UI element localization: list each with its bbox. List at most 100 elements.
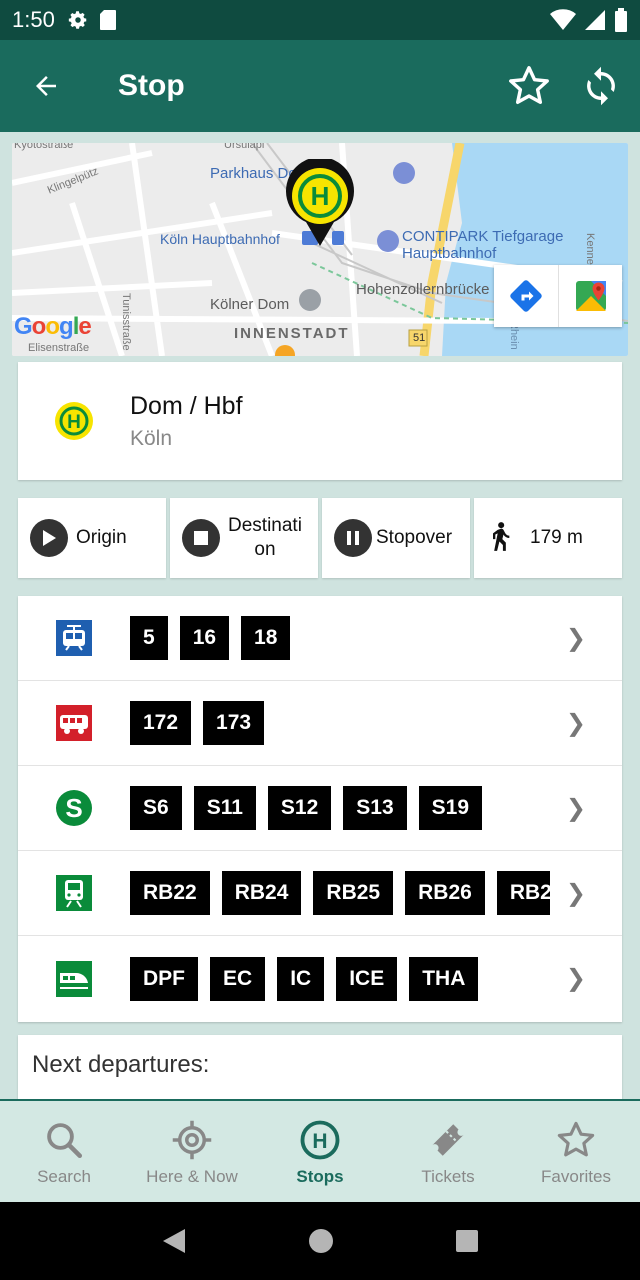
origin-label: Origin xyxy=(76,527,127,548)
google-logo: Google xyxy=(14,313,92,340)
system-home-icon[interactable] xyxy=(308,1228,334,1254)
svg-text:H: H xyxy=(311,181,330,211)
regional-train-icon xyxy=(56,875,92,911)
bus-stop-h-icon: H xyxy=(55,402,93,440)
set-origin-button[interactable]: Origin xyxy=(18,498,166,578)
station-card: H Dom / Hbf Köln xyxy=(18,362,622,480)
google-maps-icon xyxy=(575,281,606,311)
map-place-label: Hohenzollernbrücke xyxy=(356,281,490,298)
svg-text:H: H xyxy=(67,412,81,433)
station-city: Köln xyxy=(130,426,173,450)
nav-label: Search xyxy=(37,1167,91,1186)
map-view[interactable]: Kyotostraße Ursulapl Klingelpütz Tunisst… xyxy=(12,143,628,356)
open-maps-button[interactable] xyxy=(558,265,622,327)
ticket-icon xyxy=(432,1124,464,1156)
crosshair-icon xyxy=(172,1120,212,1160)
high-speed-train-icon xyxy=(56,960,92,997)
lines-list: 5 16 18 ❯ 172 173 ❯ S S6 S11 S12 S13 S19… xyxy=(18,596,622,1022)
system-back-icon[interactable] xyxy=(161,1227,187,1255)
nav-label: Stops xyxy=(296,1167,344,1186)
line-badge: ICE xyxy=(336,956,398,1001)
settings-gear-icon xyxy=(68,11,87,29)
trip-action-row: Origin Destinati on Stopover 179 m xyxy=(18,498,622,578)
line-row-tram[interactable]: 5 16 18 ❯ xyxy=(18,596,622,681)
app-bar: Stop xyxy=(0,40,640,132)
map-road-number: 51 xyxy=(413,332,426,344)
stop-h-icon: H xyxy=(300,1120,340,1160)
line-badge: RB24 xyxy=(221,871,302,915)
nav-favorites[interactable]: Favorites xyxy=(512,1101,640,1202)
page-title: Stop xyxy=(118,69,185,102)
chevron-right-icon: ❯ xyxy=(565,965,586,992)
line-row-bus[interactable]: 172 173 ❯ xyxy=(18,681,622,766)
line-badge: 16 xyxy=(179,616,230,660)
bus-icon xyxy=(56,705,92,741)
nav-here-now[interactable]: Here & Now xyxy=(128,1101,256,1202)
map-street-label: Ursulapl xyxy=(224,143,265,151)
back-button[interactable] xyxy=(0,40,92,132)
stop-marker-icon[interactable]: H xyxy=(284,159,356,249)
svg-text:S: S xyxy=(65,793,82,823)
map-buttons xyxy=(494,265,622,327)
line-row-regional[interactable]: RB22 RB24 RB25 RB26 RB27 ❯ xyxy=(18,851,622,936)
line-badge: RB22 xyxy=(130,871,210,915)
nav-search[interactable]: Search xyxy=(0,1101,128,1202)
refresh-button[interactable] xyxy=(580,65,622,107)
line-badge: RB25 xyxy=(313,871,394,915)
search-icon xyxy=(47,1123,83,1159)
sd-card-icon xyxy=(99,10,116,30)
line-badge: S13 xyxy=(343,786,407,830)
directions-button[interactable] xyxy=(494,265,558,327)
tram-icon xyxy=(56,620,92,656)
nav-label: Favorites xyxy=(541,1167,611,1186)
map-street-label: Tunisstraße xyxy=(120,293,132,351)
line-row-long-distance[interactable]: DPF EC IC ICE THA ❯ xyxy=(18,936,622,1021)
svg-text:H: H xyxy=(312,1130,327,1153)
line-badge: 173 xyxy=(203,701,265,745)
walking-distance-button[interactable]: 179 m xyxy=(474,498,622,578)
line-badge: 172 xyxy=(130,701,192,745)
stopover-label: Stopover xyxy=(376,527,453,548)
favorite-star-button[interactable] xyxy=(506,63,552,109)
line-badge: S6 xyxy=(130,786,182,830)
line-badge: DPF xyxy=(130,956,198,1001)
map-place-label: Kölner Dom xyxy=(210,296,290,313)
wifi-icon xyxy=(550,9,576,30)
chevron-right-icon: ❯ xyxy=(565,880,586,907)
battery-icon xyxy=(615,8,627,32)
line-row-sbahn[interactable]: S S6 S11 S12 S13 S19 ❯ xyxy=(18,766,622,851)
nav-label: Tickets xyxy=(421,1167,475,1186)
nav-tickets[interactable]: Tickets xyxy=(384,1101,512,1202)
chevron-right-icon: ❯ xyxy=(565,795,586,822)
system-recents-icon[interactable] xyxy=(455,1229,479,1253)
destination-label: Destinati on xyxy=(228,515,302,560)
nav-label: Here & Now xyxy=(146,1167,238,1186)
line-badge: THA xyxy=(409,956,479,1001)
map-street-label: Kyotostraße xyxy=(14,143,74,151)
station-name: Dom / Hbf xyxy=(130,391,243,420)
set-stopover-button[interactable]: Stopover xyxy=(322,498,470,578)
status-bar: 1:50 xyxy=(0,0,640,40)
line-badge: RB26 xyxy=(405,871,485,915)
line-badge: RB27 xyxy=(496,871,550,915)
next-departures-header: Next departures: xyxy=(18,1035,622,1105)
bottom-navigation: Search Here & Now H Stops Tickets Favori… xyxy=(0,1099,640,1202)
walking-distance: 179 m xyxy=(530,527,583,548)
line-badge: 5 xyxy=(130,616,168,660)
stop-square-icon xyxy=(182,519,220,557)
line-badge: S11 xyxy=(193,786,256,830)
map-place-label: CONTIPARK Tiefgarage xyxy=(402,228,564,245)
line-badge: 18 xyxy=(241,616,291,660)
set-destination-button[interactable]: Destinati on xyxy=(170,498,318,578)
line-badge: S12 xyxy=(267,786,332,830)
walking-icon xyxy=(493,522,510,551)
line-badge: EC xyxy=(210,956,266,1001)
map-district-label: INNENSTADT xyxy=(234,325,350,342)
cell-signal-icon xyxy=(585,10,605,30)
star-icon xyxy=(557,1121,595,1157)
status-time: 1:50 xyxy=(12,7,55,32)
nav-stops[interactable]: H Stops xyxy=(256,1101,384,1202)
chevron-right-icon: ❯ xyxy=(565,625,586,652)
chevron-right-icon: ❯ xyxy=(565,710,586,737)
arrow-back-icon xyxy=(36,76,56,96)
